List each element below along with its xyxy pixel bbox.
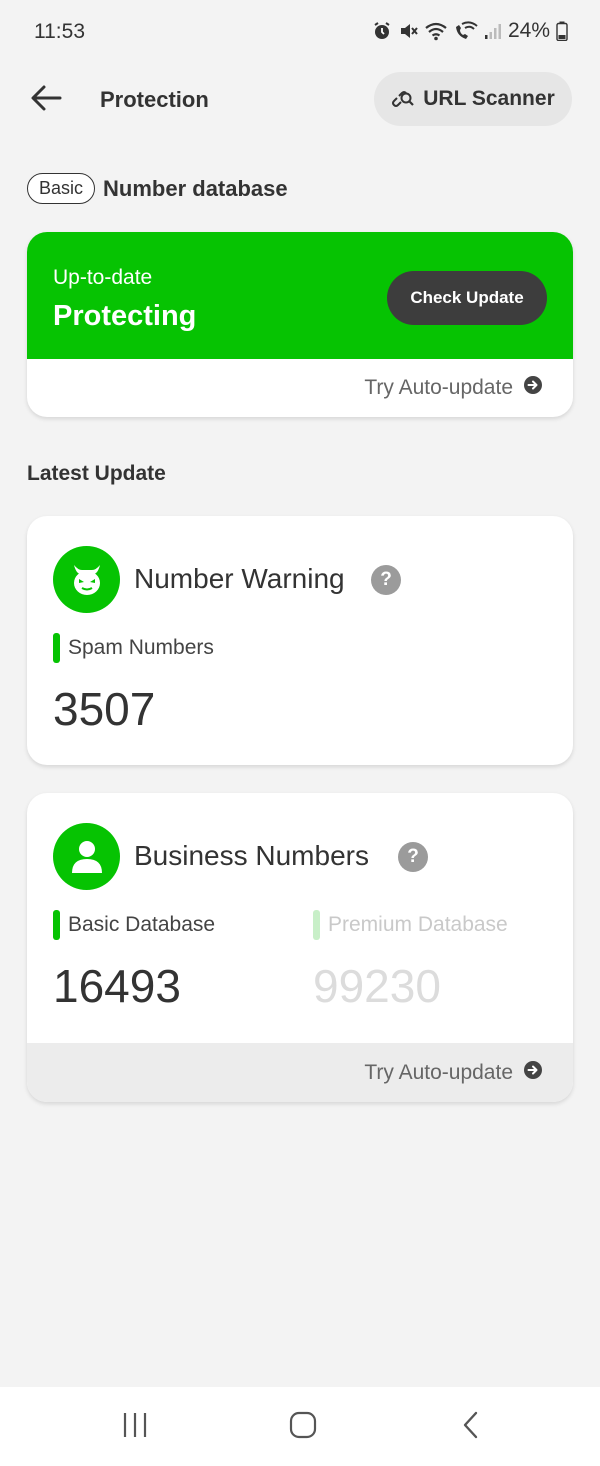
status-bar: 11:53 24% bbox=[0, 0, 600, 64]
auto-update-label: Try Auto-update bbox=[364, 376, 513, 399]
home-icon bbox=[288, 1410, 318, 1445]
status-banner: Up-to-date Protecting Check Update bbox=[27, 232, 573, 359]
recent-apps-icon bbox=[120, 1411, 150, 1444]
help-icon[interactable]: ? bbox=[371, 565, 401, 595]
premium-database-text: Premium Database bbox=[328, 913, 508, 936]
premium-database-value: 99230 bbox=[313, 960, 441, 1012]
stat-indicator bbox=[53, 633, 60, 663]
basic-database-value: 16493 bbox=[53, 960, 181, 1012]
spam-numbers-text: Spam Numbers bbox=[68, 636, 214, 659]
stat-indicator bbox=[313, 910, 320, 940]
person-icon bbox=[53, 823, 120, 890]
auto-update-link[interactable]: Try Auto-update bbox=[364, 375, 543, 401]
signal-icon bbox=[484, 22, 502, 40]
check-update-button[interactable]: Check Update bbox=[387, 271, 547, 325]
chevron-left-icon bbox=[461, 1410, 481, 1445]
back-button[interactable] bbox=[24, 78, 68, 122]
protection-status-card: Up-to-date Protecting Check Update Try A… bbox=[27, 232, 573, 417]
arrow-circle-right-icon bbox=[523, 1060, 543, 1086]
home-button[interactable] bbox=[281, 1409, 325, 1445]
mute-icon bbox=[398, 21, 418, 41]
premium-database-label: Premium Database bbox=[313, 910, 508, 940]
url-scanner-button[interactable]: URL Scanner bbox=[374, 72, 572, 126]
tier-badge: Basic bbox=[27, 173, 96, 204]
battery-label: 24% bbox=[507, 19, 550, 42]
latest-update-heading: Latest Update bbox=[27, 462, 166, 485]
nav-back-button[interactable] bbox=[449, 1409, 493, 1445]
url-scan-icon bbox=[391, 84, 415, 114]
devil-icon bbox=[53, 546, 120, 613]
basic-database-text: Basic Database bbox=[68, 913, 216, 936]
battery-icon bbox=[556, 21, 568, 41]
navigation-bar bbox=[0, 1387, 600, 1466]
number-warning-card: Number Warning ? Spam Numbers 3507 bbox=[27, 516, 573, 765]
url-scanner-label: URL Scanner bbox=[423, 87, 555, 110]
alarm-icon bbox=[372, 21, 392, 41]
status-time: 11:53 bbox=[34, 20, 85, 43]
help-icon[interactable]: ? bbox=[398, 842, 428, 872]
wifi-calling-icon bbox=[454, 21, 478, 41]
database-heading: Basic Number database bbox=[27, 173, 288, 204]
arrow-left-icon bbox=[30, 84, 62, 117]
status-subtitle: Up-to-date bbox=[53, 266, 153, 289]
card-footer: Try Auto-update bbox=[27, 1043, 573, 1102]
spam-numbers-value: 3507 bbox=[53, 683, 156, 735]
arrow-circle-right-icon bbox=[523, 375, 543, 401]
recent-apps-button[interactable] bbox=[113, 1409, 157, 1445]
spam-numbers-label: Spam Numbers bbox=[53, 633, 214, 663]
auto-update-label: Try Auto-update bbox=[364, 1061, 513, 1084]
status-text: Protecting bbox=[53, 300, 197, 332]
business-numbers-card: Business Numbers ? Basic Database 16493 … bbox=[27, 793, 573, 1102]
database-title: Number database bbox=[103, 175, 288, 201]
status-icons: 24% bbox=[372, 19, 568, 43]
number-warning-title: Number Warning bbox=[134, 563, 345, 594]
business-numbers-title: Business Numbers bbox=[134, 840, 369, 871]
wifi-icon bbox=[424, 21, 448, 41]
page-title: Protection bbox=[100, 87, 209, 112]
basic-database-label: Basic Database bbox=[53, 910, 215, 940]
stat-indicator bbox=[53, 910, 60, 940]
auto-update-link[interactable]: Try Auto-update bbox=[364, 1060, 543, 1086]
